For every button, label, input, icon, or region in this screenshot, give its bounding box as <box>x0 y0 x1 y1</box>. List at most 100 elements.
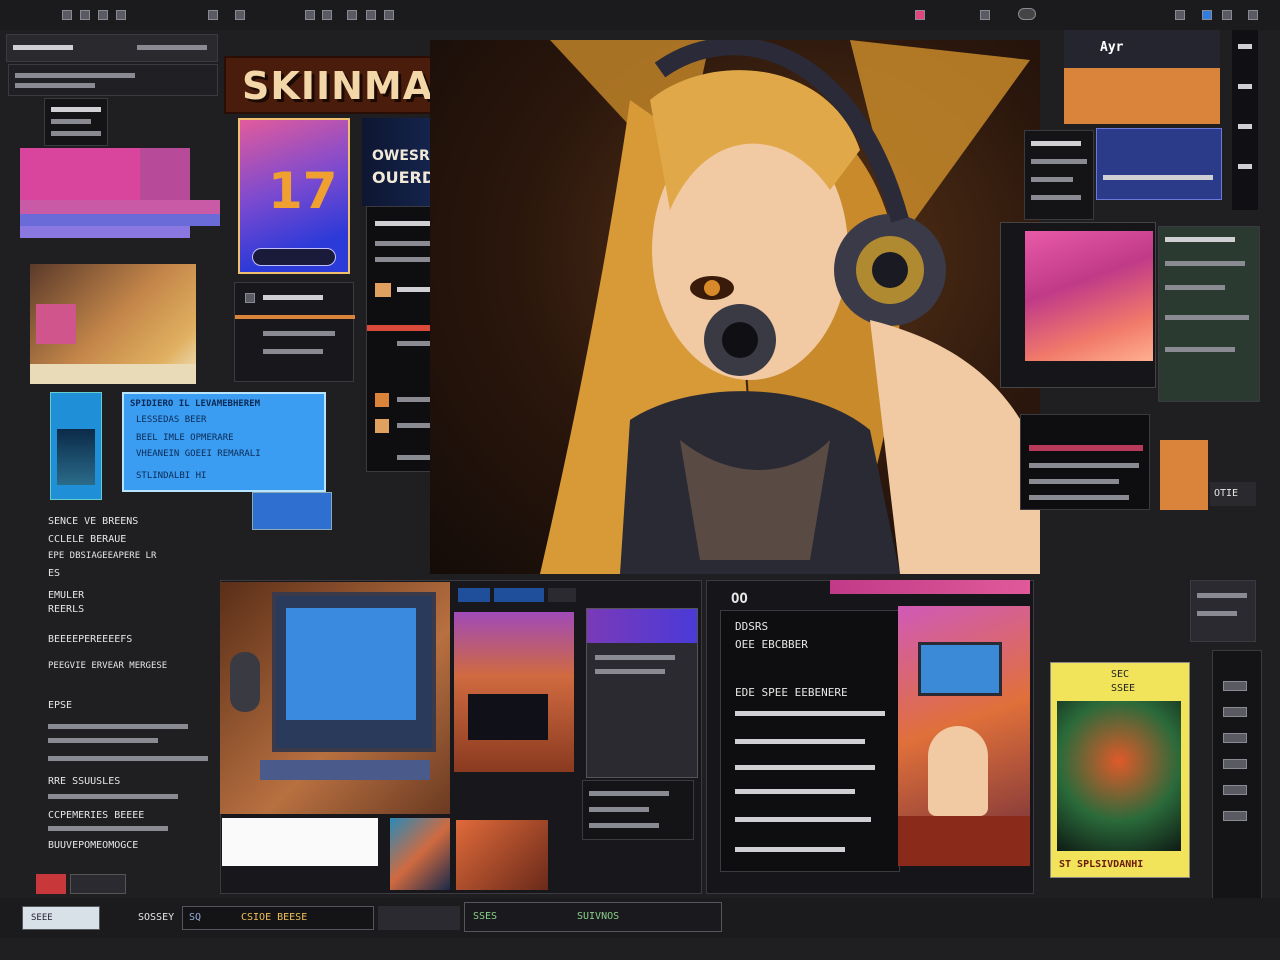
layer-list-panel <box>44 98 108 146</box>
promo-glyph: 17 <box>268 162 338 220</box>
save-icon[interactable] <box>384 10 394 20</box>
tool-icon[interactable] <box>1223 785 1247 795</box>
side-note-panel <box>1190 580 1256 642</box>
close-icon[interactable] <box>1222 10 1232 20</box>
user-icon[interactable] <box>980 10 990 20</box>
media-tabs <box>458 584 608 608</box>
info-dialog-line: VHEANEIN GOEEI REMARALI <box>136 449 261 459</box>
tool-icon[interactable] <box>1223 811 1247 821</box>
status-field-label: SQ <box>189 912 202 923</box>
layers-icon[interactable] <box>305 10 315 20</box>
text-line: SENCE VE BREENS <box>48 516 139 527</box>
settings-icon[interactable] <box>208 10 218 20</box>
text-line: BUUVEPOMEOMOGCE <box>48 840 139 851</box>
anime-scene-preview[interactable] <box>898 606 1030 866</box>
computer-illustration[interactable] <box>220 582 450 814</box>
mixer-panel <box>1020 414 1150 510</box>
hero-illustration <box>430 40 1040 574</box>
status-field-2[interactable]: SSES SUIVNOS <box>464 902 722 932</box>
poster-top-2: SSEE <box>1111 683 1136 694</box>
text-line: REERLS <box>48 604 85 615</box>
chat-line: EDE SPEE EEBENERE <box>735 686 848 699</box>
right-header-label: Ayr <box>1100 40 1124 55</box>
orange-thumbnail[interactable] <box>456 820 548 890</box>
room-preview[interactable] <box>454 612 574 772</box>
minimize-icon[interactable] <box>1175 10 1185 20</box>
phone-preview[interactable] <box>50 392 102 500</box>
color-palette[interactable] <box>20 148 220 242</box>
poster-card[interactable]: SEC SSEE ST SPLSIVDANHI <box>1050 662 1190 878</box>
maximize-icon[interactable] <box>1202 10 1212 20</box>
pink-preview[interactable] <box>1000 222 1156 388</box>
record-button[interactable] <box>36 874 66 894</box>
chat-panel: OO DDSRS OEE EBCBBER EDE SPEE EEBENERE <box>720 592 900 872</box>
thumbnail-image[interactable] <box>30 264 196 384</box>
info-dialog-title: SPIDIERO IL LEVAMEBHEREM <box>130 399 261 409</box>
status-field-value: CSIOE BEESE <box>241 912 308 923</box>
tag-label: OTIE <box>1210 482 1256 506</box>
export-icon[interactable] <box>366 10 376 20</box>
dialog-ok-button[interactable] <box>252 492 332 530</box>
tag-text: OTIE <box>1214 488 1239 499</box>
status-field[interactable]: SQ CSIOE BEESE <box>182 906 374 930</box>
stats-panel <box>1024 130 1094 220</box>
green-panel <box>1158 226 1260 402</box>
left-text-column: SENCE VE BREENS CCLELE BERAUE EPE DBSIAG… <box>44 512 220 872</box>
text-line: PEEGVIE ERVEAR MERGESE <box>48 661 168 671</box>
tool-icon[interactable] <box>1223 681 1247 691</box>
status-field-2-label: SSES <box>473 911 498 922</box>
notification-icon[interactable] <box>915 10 925 20</box>
text-line: CCPEMERIES BEEEE <box>48 810 145 821</box>
tool-icon[interactable] <box>116 10 126 20</box>
chat-line: OEE EBCBBER <box>735 638 808 651</box>
white-canvas[interactable] <box>222 818 378 866</box>
info-dialog-line: BEEL IMLE OPMERARE <box>136 433 234 443</box>
text-line: ES <box>48 568 61 579</box>
blue-status-panel <box>1096 128 1222 200</box>
promo-play-button[interactable] <box>252 248 336 266</box>
list-panel <box>582 780 694 840</box>
file-browser-panel <box>6 34 218 62</box>
chat-title-bar <box>830 580 1030 594</box>
grid-icon[interactable] <box>80 10 90 20</box>
vertical-scroll[interactable] <box>1232 30 1258 210</box>
brush-icon[interactable] <box>322 10 332 20</box>
right-tool-strip <box>1212 650 1262 920</box>
more-icon[interactable] <box>1248 10 1258 20</box>
text-line: EMULER <box>48 590 85 601</box>
text-line: RRE SSUUSLES <box>48 776 121 787</box>
tool-icon[interactable] <box>1223 707 1247 717</box>
tool-icon[interactable] <box>1223 733 1247 743</box>
small-thumbnail[interactable] <box>390 818 450 890</box>
top-toolbar <box>0 0 1280 30</box>
chat-header: OO <box>731 591 748 607</box>
poster-top-1: SEC <box>1111 669 1130 680</box>
orange-swatch[interactable] <box>1160 440 1208 510</box>
menu-icon[interactable] <box>62 10 72 20</box>
folder-icon[interactable] <box>98 10 108 20</box>
toggle-icon[interactable] <box>1018 8 1036 20</box>
status-spacer <box>378 906 460 930</box>
text-line: CCLELE BERAUE <box>48 534 127 545</box>
right-header-panel: Ayr <box>1064 30 1220 68</box>
properties-panel <box>8 64 218 96</box>
crop-icon[interactable] <box>347 10 357 20</box>
stop-button[interactable] <box>70 874 126 894</box>
text-line: EPE DBSIAGEEAPERE LR <box>48 551 157 561</box>
orange-block <box>1064 68 1220 124</box>
info-dialog: SPIDIERO IL LEVAMEBHEREM LESSEDAS BEER B… <box>122 392 326 492</box>
promo-card[interactable]: 17 <box>238 118 350 274</box>
purple-window[interactable] <box>586 608 698 778</box>
text-line: BEEEEPEREEEEFS <box>48 634 133 645</box>
poster-bottom: ST SPLSIVDANHI <box>1059 859 1144 870</box>
prev-icon[interactable] <box>245 293 255 303</box>
transport-panel <box>234 282 355 382</box>
tool-icon[interactable] <box>1223 759 1247 769</box>
status-chip[interactable]: SEEE <box>22 906 100 930</box>
window-icon[interactable] <box>235 10 245 20</box>
status-text: SOSSEY <box>138 912 175 923</box>
status-field-2-value: SUIVNOS <box>577 911 620 922</box>
info-dialog-line: STLINDALBI HI <box>136 471 207 481</box>
info-dialog-line: LESSEDAS BEER <box>136 415 207 425</box>
chat-line: DDSRS <box>735 620 769 633</box>
